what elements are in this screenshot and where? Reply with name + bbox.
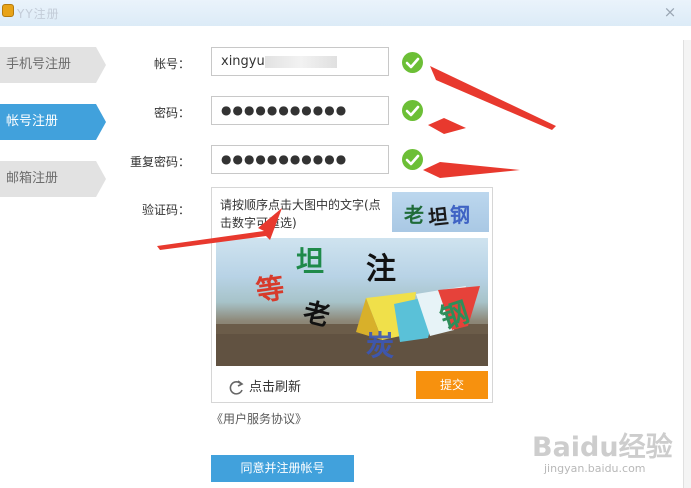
annotation-arrow	[430, 66, 556, 130]
captcha-char[interactable]: 等	[253, 266, 286, 310]
captcha-char[interactable]: 注	[366, 244, 396, 288]
captcha-instruction: 请按顺序点击大图中的文字(点击数字可重选)	[220, 198, 381, 230]
target-char: 老	[404, 203, 424, 227]
captcha-char[interactable]: 炭	[366, 324, 394, 364]
refresh-icon	[228, 379, 245, 396]
tab-label: 帐号注册	[6, 114, 59, 129]
tab-account-register[interactable]: 帐号注册	[0, 104, 106, 140]
window-title: YY注册	[17, 7, 60, 21]
confirm-password-label: 重复密码：	[129, 155, 190, 169]
watermark: Baidu经验	[532, 432, 673, 463]
account-input[interactable]: xingyu	[211, 47, 389, 76]
agree-register-button[interactable]: 同意并注册帐号	[211, 455, 354, 482]
password-label: 密码：	[153, 106, 190, 120]
tab-label: 邮箱注册	[6, 171, 59, 186]
target-char: 坦	[426, 204, 450, 230]
captcha-char[interactable]: 坦	[296, 240, 324, 280]
account-label: 帐号：	[153, 57, 190, 71]
redacted-text	[264, 55, 337, 68]
annotation-arrow	[423, 162, 520, 178]
captcha-label: 验证码：	[141, 203, 190, 217]
sidebar: 手机号注册 帐号注册 邮箱注册	[0, 26, 110, 488]
close-icon[interactable]: ×	[660, 2, 680, 22]
user-agreement-link[interactable]: 《用户服务协议》	[211, 410, 307, 427]
title-bar: YY注册 ×	[0, 0, 691, 26]
background-window-edge	[683, 40, 691, 488]
check-circle-icon	[402, 52, 423, 73]
app-icon	[2, 4, 14, 17]
confirm-password-input[interactable]: ●●●●●●●●●●●	[211, 145, 389, 174]
captcha-panel: 请按顺序点击大图中的文字(点击数字可重选) 老 坦 钢 等 坦 注 老 钢 炭 …	[211, 187, 493, 403]
refresh-button[interactable]: 点击刷新	[228, 376, 301, 396]
tab-email-register[interactable]: 邮箱注册	[0, 161, 106, 197]
tab-label: 手机号注册	[6, 57, 72, 72]
refresh-label: 点击刷新	[249, 380, 302, 395]
captcha-submit-button[interactable]: 提交	[416, 371, 488, 399]
target-char: 钢	[450, 203, 470, 227]
check-circle-icon	[402, 100, 423, 121]
check-circle-icon	[402, 149, 423, 170]
tab-phone-register[interactable]: 手机号注册	[0, 47, 106, 83]
password-input[interactable]: ●●●●●●●●●●●	[211, 96, 389, 125]
captcha-target-chars: 老 坦 钢	[392, 192, 489, 232]
captcha-image[interactable]: 等 坦 注 老 钢 炭	[216, 238, 488, 366]
watermark-url: jingyan.baidu.com	[544, 462, 646, 475]
account-value: xingyu	[221, 54, 265, 69]
annotation-arrow	[428, 118, 466, 134]
